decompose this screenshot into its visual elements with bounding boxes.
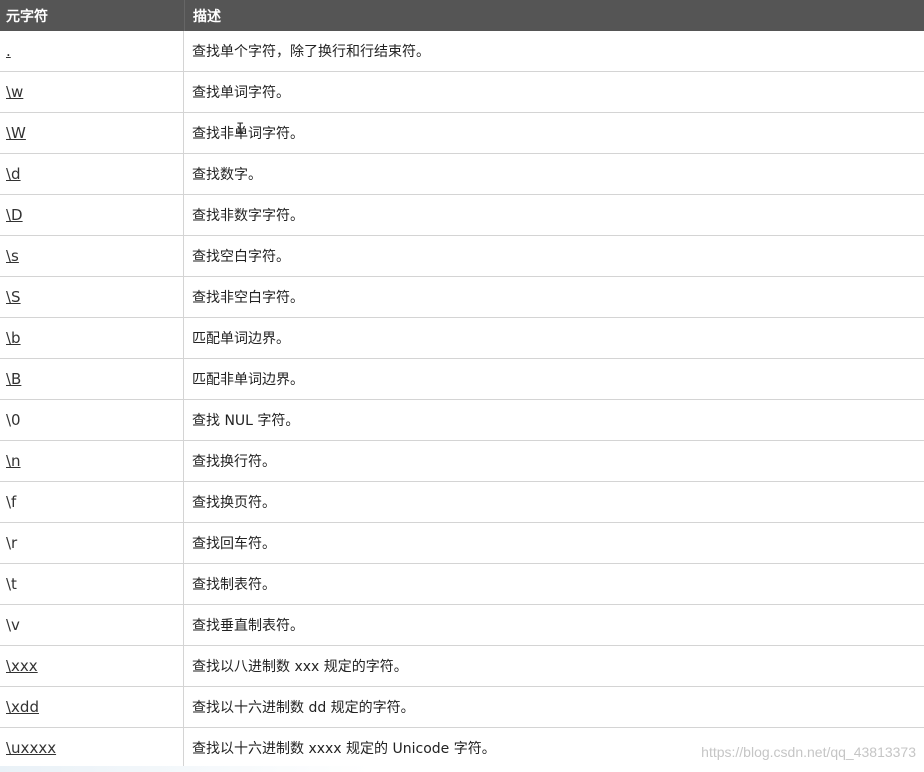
table-row: \d 查找数字。 [0, 154, 924, 195]
description-cell: 查找 NUL 字符。 [192, 413, 300, 429]
metachar-cell: \s [0, 236, 184, 276]
metachar-cell: \d [0, 154, 184, 194]
metachar-link[interactable]: \xdd [6, 698, 39, 716]
table-row: \w 查找单词字符。 [0, 72, 924, 113]
metachar-link[interactable]: \w [6, 83, 23, 101]
metacharacter-table: 元字符 描述 . 查找单个字符，除了换行和行结束符。 \w 查找单词字符。 \W 查找非单… [0, 0, 924, 769]
description-cell: 查找以八进制数 xxx 规定的字符。 [192, 659, 408, 675]
description-cell: 查找制表符。 [192, 577, 276, 593]
metachar-link[interactable]: \d [6, 165, 21, 183]
description-cell: 匹配单词边界。 [192, 331, 290, 347]
description-cell: 查找非数字字符。 [192, 208, 304, 224]
table-row: \xxx 查找以八进制数 xxx 规定的字符。 [0, 646, 924, 687]
table-row: \r 查找回车符。 [0, 523, 924, 564]
table-row: \s 查找空白字符。 [0, 236, 924, 277]
metachar-text: \r [6, 534, 18, 552]
description-cell: 查找空白字符。 [192, 249, 290, 265]
description-cell: 查找单个字符，除了换行和行结束符。 [192, 44, 430, 60]
description-cell: 查找单词字符。 [192, 85, 290, 101]
description-cell: 查找垂直制表符。 [192, 618, 304, 634]
metachar-cell: . [0, 31, 184, 71]
table-row: \0 查找 NUL 字符。 [0, 400, 924, 441]
description-cell: 匹配非单词边界。 [192, 372, 304, 388]
metachar-text: \v [6, 616, 20, 634]
table-row: \v 查找垂直制表符。 [0, 605, 924, 646]
metachar-cell: \n [0, 441, 184, 481]
table-header: 元字符 描述 [0, 0, 924, 31]
table-row: \B 匹配非单词边界。 [0, 359, 924, 400]
metachar-link[interactable]: \s [6, 247, 19, 265]
metachar-cell: \f [0, 482, 184, 522]
metachar-link[interactable]: \S [6, 288, 21, 306]
metachar-link[interactable]: \xxx [6, 657, 38, 675]
header-description: 描述 [184, 0, 924, 31]
metachar-cell: \v [0, 605, 184, 645]
metachar-text: \0 [6, 411, 21, 429]
table-row: . 查找单个字符，除了换行和行结束符。 [0, 31, 924, 72]
metachar-cell: \B [0, 359, 184, 399]
text-cursor-icon: I [236, 121, 245, 137]
table-row: \W 查找非单词字符。 [0, 113, 924, 154]
table-row: \f 查找换页符。 [0, 482, 924, 523]
table-row: \S 查找非空白字符。 [0, 277, 924, 318]
description-cell: 查找回车符。 [192, 536, 276, 552]
description-cell: 查找非空白字符。 [192, 290, 304, 306]
metachar-text: \f [6, 493, 17, 511]
metachar-text: \t [6, 575, 17, 593]
table-row: \b 匹配单词边界。 [0, 318, 924, 359]
metachar-link[interactable]: \n [6, 452, 21, 470]
metachar-link[interactable]: \D [6, 206, 23, 224]
table-row: \n 查找换行符。 [0, 441, 924, 482]
watermark: https://blog.csdn.net/qq_43813373 [701, 744, 916, 760]
metachar-cell: \r [0, 523, 184, 563]
description-cell: 查找以十六进制数 dd 规定的字符。 [192, 700, 415, 716]
header-metachar: 元字符 [6, 8, 48, 25]
table-body: . 查找单个字符，除了换行和行结束符。 \w 查找单词字符。 \W 查找非单词字符。 \d 查… [0, 31, 924, 769]
metachar-cell: \w [0, 72, 184, 112]
description-cell: 查找非单词字符。 [192, 126, 304, 142]
table-row: \xdd 查找以十六进制数 dd 规定的字符。 [0, 687, 924, 728]
metachar-link[interactable]: \uxxxx [6, 739, 56, 757]
metachar-link[interactable]: \B [6, 370, 21, 388]
table-row: \D 查找非数字字符。 [0, 195, 924, 236]
metachar-cell: \t [0, 564, 184, 604]
metachar-cell: \W [0, 113, 184, 153]
metachar-cell: \S [0, 277, 184, 317]
metachar-cell: \D [0, 195, 184, 235]
description-cell: 查找换行符。 [192, 454, 276, 470]
bottom-strip [0, 766, 924, 772]
description-cell: 查找换页符。 [192, 495, 276, 511]
metachar-link[interactable]: \W [6, 124, 26, 142]
metachar-cell: \b [0, 318, 184, 358]
metachar-link[interactable]: . [6, 42, 11, 60]
metachar-cell: \xxx [0, 646, 184, 686]
metachar-cell: \xdd [0, 687, 184, 727]
metachar-cell: \uxxxx [0, 728, 184, 768]
description-cell: 查找数字。 [192, 167, 262, 183]
metachar-cell: \0 [0, 400, 184, 440]
metachar-link[interactable]: \b [6, 329, 21, 347]
table-row: \t 查找制表符。 [0, 564, 924, 605]
